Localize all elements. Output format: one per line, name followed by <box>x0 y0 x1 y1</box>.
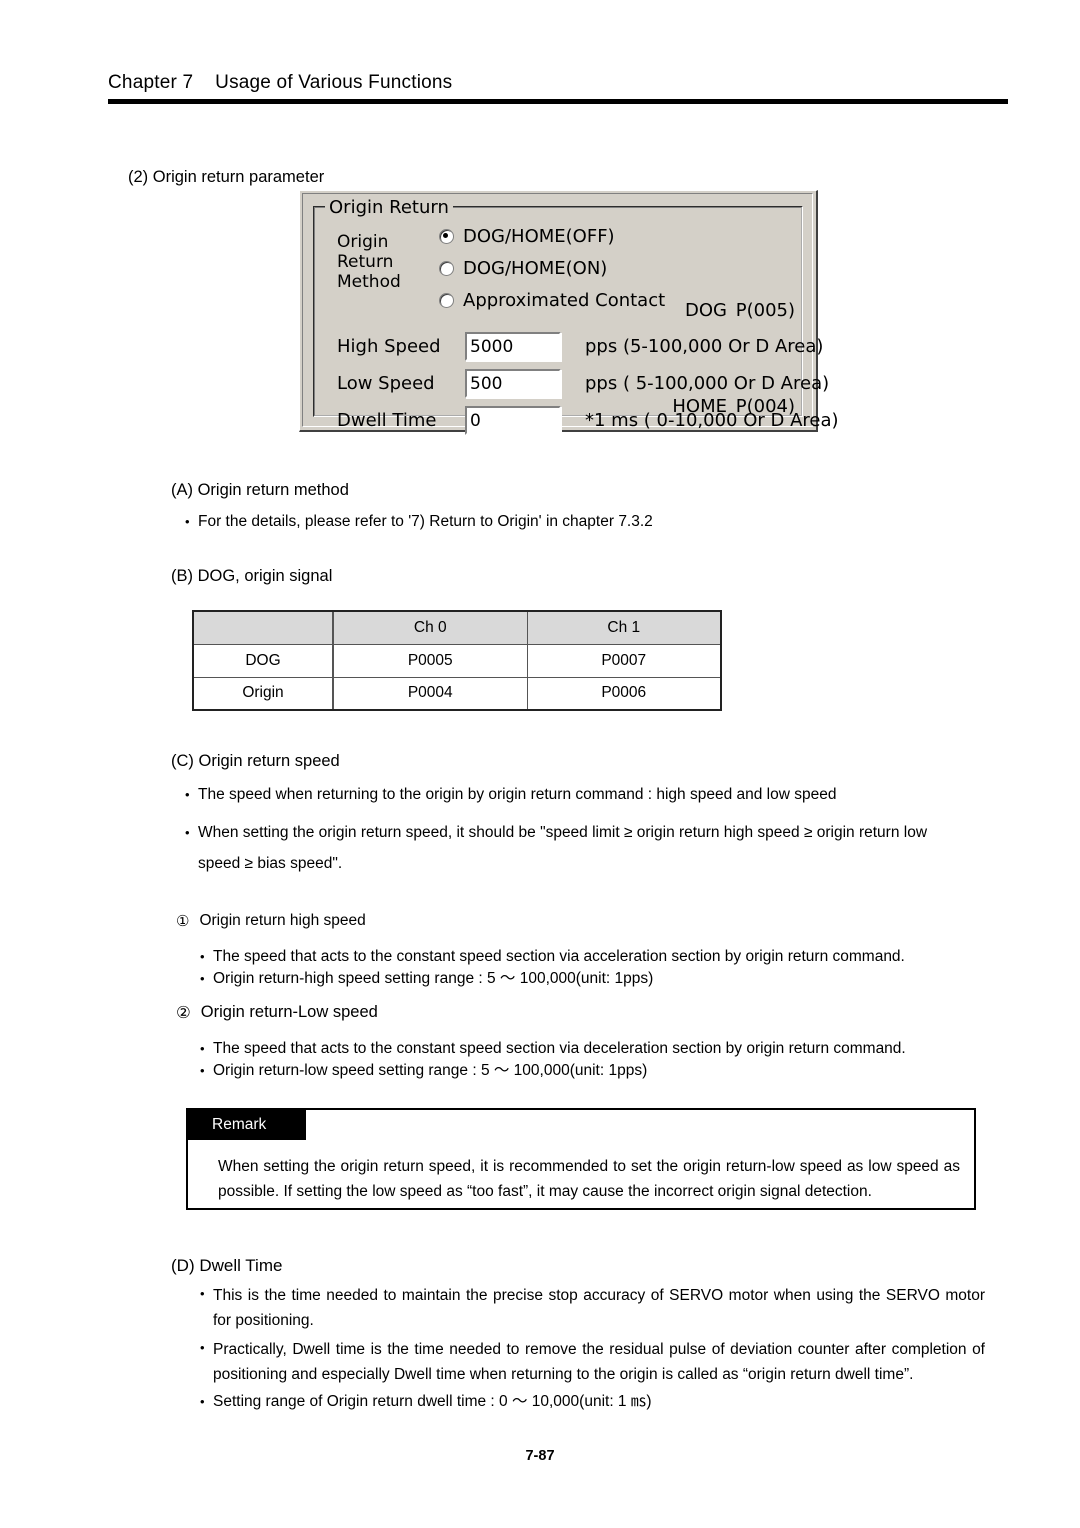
table-header-cell-ch1: Ch 1 <box>526 610 722 645</box>
bullet-item: • The speed that acts to the constant sp… <box>200 1038 960 1060</box>
dog-origin-signal-table: Ch 0 Ch 1 DOG P0005 P0007 Origin P0004 P… <box>192 610 722 711</box>
field-label: Dwell Time <box>337 410 437 431</box>
subheading-text: Origin return high speed <box>199 912 366 929</box>
bullet-text: When setting the origin return speed, it… <box>198 824 928 872</box>
origin-return-groupbox: Origin Return Origin Return Method DOG/H… <box>313 197 839 435</box>
origin-return-dialog[interactable]: Origin Return Origin Return Method DOG/H… <box>299 190 839 435</box>
signal-name: DOG <box>685 300 727 321</box>
field-unit-hint: pps ( 5-100,000 Or D Area) <box>585 373 830 394</box>
field-label: High Speed <box>337 336 441 357</box>
bullet-text: Practically, Dwell time is the time need… <box>213 1341 985 1383</box>
bullet-item: • Origin return-low speed setting range … <box>200 1060 960 1082</box>
radio-approximated-contact[interactable]: Approximated Contact <box>439 290 665 311</box>
bullet-text: Setting range of Origin return dwell tim… <box>213 1393 652 1410</box>
field-unit-hint: pps (5-100,000 Or D Area) <box>585 336 824 357</box>
bullet-text: For the details, please refer to '7) Ret… <box>198 513 653 530</box>
high-speed-input[interactable]: 5000 <box>465 332 561 361</box>
bullet-dot-icon: • <box>200 1063 205 1078</box>
table-row: DOG P0005 P0007 <box>192 643 722 678</box>
section-a-bullets: • For the details, please refer to '7) R… <box>185 511 945 533</box>
remark-body-text: When setting the origin return speed, it… <box>218 1158 960 1200</box>
radio-dog-home-on[interactable]: DOG/HOME(ON) <box>439 258 607 279</box>
remark-box: Remark When setting the origin return sp… <box>186 1108 976 1210</box>
table-header-row: Ch 0 Ch 1 <box>192 610 722 645</box>
subheading-text: Origin return-Low speed <box>200 1003 378 1021</box>
bullet-item: • Origin return-high speed setting range… <box>200 968 960 990</box>
field-high-speed[interactable]: High Speed 5000 pps (5-100,000 Or D Area… <box>337 332 823 361</box>
radio-label: Approximated Contact <box>463 290 666 311</box>
sub2-bullets: • The speed that acts to the constant sp… <box>200 1038 960 1082</box>
page-header: Chapter 7 Usage of Various Functions <box>108 72 1008 104</box>
chapter-title: Chapter 7 Usage of Various Functions <box>108 72 453 93</box>
section-d-bullets: • This is the time needed to maintain th… <box>200 1283 985 1413</box>
bullet-text: Origin return-high speed setting range :… <box>213 970 654 987</box>
subheading-origin-return-low-speed: ② Origin return-Low speed <box>176 1003 378 1023</box>
heading-section-c: (C) Origin return speed <box>171 752 340 770</box>
table-head: Ch 0 Ch 1 <box>192 610 722 645</box>
radio-label: DOG/HOME(OFF) <box>463 226 615 247</box>
field-label: Low Speed <box>337 373 435 394</box>
bullet-dot-icon: • <box>185 787 190 802</box>
bullet-dot-icon: • <box>200 1041 205 1056</box>
low-speed-input[interactable]: 500 <box>465 369 561 398</box>
signal-row-dog: DOG P(005) <box>665 295 795 327</box>
dialog-inner-frame: Origin Return Origin Return Method DOG/H… <box>302 193 839 435</box>
page-footer: 7-87 <box>525 1448 555 1464</box>
radio-label: DOG/HOME(ON) <box>463 258 608 279</box>
table-cell-rowlabel: Origin <box>192 676 334 711</box>
bullet-item: • When setting the origin return speed, … <box>185 817 945 879</box>
radio-indicator-icon[interactable] <box>439 293 454 308</box>
radio-indicator-icon[interactable] <box>439 261 454 276</box>
origin-return-method-label: Origin Return Method <box>337 232 401 292</box>
bullet-item: • For the details, please refer to '7) R… <box>185 511 945 533</box>
heading-section-d: (D) Dwell Time <box>171 1256 283 1275</box>
table-cell-ch0: P0004 <box>332 676 528 711</box>
section-c-bullets: • The speed when returning to the origin… <box>185 784 945 879</box>
bullet-dot-icon: • <box>200 1340 205 1355</box>
bullet-text: The speed when returning to the origin b… <box>198 786 837 803</box>
table-cell-ch1: P0006 <box>526 676 722 711</box>
bullet-item: • This is the time needed to maintain th… <box>200 1283 985 1333</box>
field-unit-hint: *1 ms ( 0-10,000 Or D Area) <box>585 410 839 431</box>
table-body: DOG P0005 P0007 Origin P0004 P0006 <box>192 643 722 711</box>
bullet-text: This is the time needed to maintain the … <box>213 1287 985 1329</box>
section-heading-origin-return-parameter: (2) Origin return parameter <box>128 168 325 186</box>
radio-dog-home-off[interactable]: DOG/HOME(OFF) <box>439 226 615 247</box>
bullet-dot-icon: • <box>200 1286 205 1301</box>
bullet-item: • Setting range of Origin return dwell t… <box>200 1391 985 1413</box>
circled-number-2: ② <box>176 1004 191 1022</box>
groupbox-title: Origin Return <box>325 197 453 218</box>
bullet-text: The speed that acts to the constant spee… <box>213 948 905 965</box>
bullet-item: • The speed that acts to the constant sp… <box>200 946 960 968</box>
radio-indicator-icon[interactable] <box>439 229 454 244</box>
dwell-time-input[interactable]: 0 <box>465 406 561 435</box>
table-cell-ch1: P0007 <box>526 643 722 678</box>
bullet-dot-icon: • <box>185 825 190 840</box>
heading-section-a: (A) Origin return method <box>171 481 349 499</box>
field-dwell-time[interactable]: Dwell Time 0 *1 ms ( 0-10,000 Or D Area) <box>337 406 839 435</box>
bullet-dot-icon: • <box>200 971 205 986</box>
remark-tab-label: Remark <box>188 1110 306 1140</box>
header-rule <box>108 99 1008 104</box>
table-header-cell-ch0: Ch 0 <box>332 610 528 645</box>
table-header-cell-blank <box>192 610 334 645</box>
table-cell-ch0: P0005 <box>332 643 528 678</box>
bullet-dot-icon: • <box>200 1394 205 1409</box>
signal-value: P(005) <box>735 300 795 321</box>
bullet-text: The speed that acts to the constant spee… <box>213 1040 906 1057</box>
circled-number-1: ① <box>176 913 190 930</box>
bullet-item: • Practically, Dwell time is the time ne… <box>200 1337 985 1387</box>
bullet-dot-icon: • <box>200 949 205 964</box>
bullet-text: Origin return-low speed setting range : … <box>213 1062 648 1079</box>
bullet-dot-icon: • <box>185 514 190 529</box>
bullet-item: • The speed when returning to the origin… <box>185 784 945 806</box>
sub1-bullets: • The speed that acts to the constant sp… <box>200 946 960 990</box>
table-row: Origin P0004 P0006 <box>192 676 722 711</box>
table-cell-rowlabel: DOG <box>192 643 334 678</box>
field-low-speed[interactable]: Low Speed 500 pps ( 5-100,000 Or D Area) <box>337 369 829 398</box>
heading-section-b: (B) DOG, origin signal <box>171 567 333 585</box>
subheading-origin-return-high-speed: ① Origin return high speed <box>176 912 366 930</box>
